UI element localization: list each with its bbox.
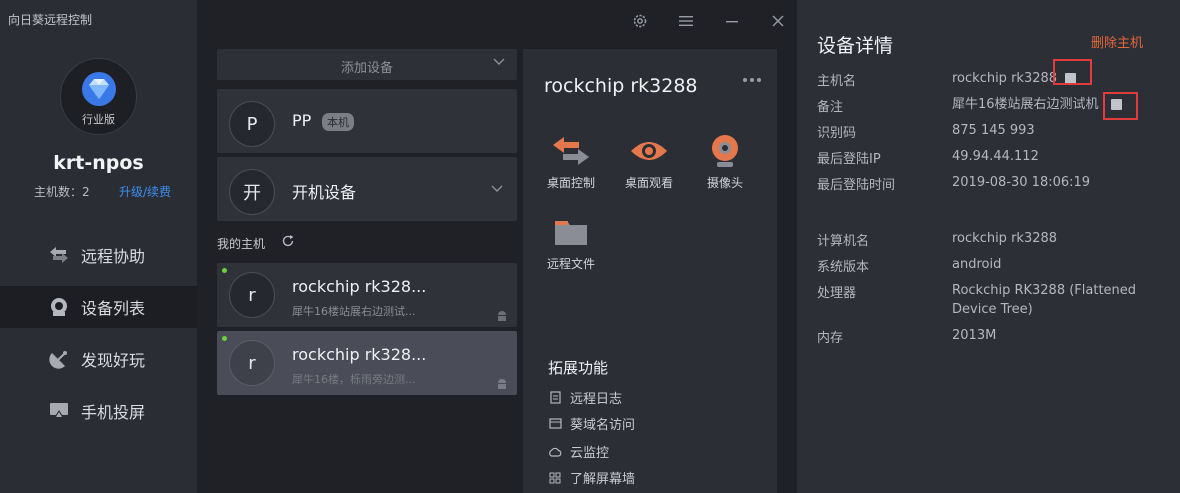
avatar[interactable]: 行业版 <box>60 58 137 135</box>
group-powered-on[interactable]: 开 开机设备 <box>217 157 517 221</box>
host-card[interactable]: r rockchip rk328... 犀牛16楼站展右边测试... <box>217 263 517 327</box>
highlight-box <box>1053 59 1092 85</box>
chevron-down-icon <box>491 185 503 192</box>
sidebar: 向日葵远程控制 行业版 krt-npos 主机数：2 升级/续费 远程协助 设备… <box>0 0 197 493</box>
desktop-view-button[interactable]: 桌面观看 <box>617 131 681 191</box>
cast-screen-icon <box>48 400 70 422</box>
nav-label: 远程协助 <box>81 247 146 266</box>
computer-name-label: 计算机名 <box>817 234 870 249</box>
online-status-dot <box>222 336 227 341</box>
group-avatar: P <box>229 101 275 147</box>
group-name: 开机设备 <box>292 183 357 202</box>
remote-log-link[interactable]: 远程日志 <box>548 388 622 407</box>
device-list-icon <box>48 296 70 318</box>
host-count: 主机数：2 <box>34 185 90 199</box>
last-login-value: 2019-08-30 18:06:19 <box>952 175 1091 190</box>
nav-label: 发现好玩 <box>81 351 146 370</box>
extensions-title: 拓展功能 <box>548 359 609 377</box>
folder-icon <box>549 212 593 252</box>
last-login-label: 最后登陆时间 <box>817 178 896 193</box>
more-icon[interactable] <box>742 77 762 83</box>
upgrade-link[interactable]: 升级/续费 <box>119 183 171 200</box>
host-avatar: r <box>229 340 275 386</box>
refresh-icon[interactable] <box>281 234 295 248</box>
highlight-box <box>1103 92 1138 120</box>
eye-icon <box>627 131 671 171</box>
ext-label: 葵域名访问 <box>570 418 636 433</box>
last-ip-value: 49.94.44.112 <box>952 149 1039 164</box>
camera-button[interactable]: 摄像头 <box>693 131 757 191</box>
device-title: rockchip rk3288 <box>544 75 698 97</box>
menu-icon[interactable] <box>676 11 696 31</box>
device-details-panel: 设备详情 删除主机 主机名 rockchip rk3288 备注 犀牛16楼站展… <box>797 0 1180 493</box>
ext-label: 云监控 <box>570 446 610 461</box>
my-hosts-label: 我的主机 <box>217 237 266 251</box>
group-local[interactable]: P PP 本机 <box>217 89 517 153</box>
grid-icon <box>548 471 562 485</box>
action-label: 桌面控制 <box>546 176 595 190</box>
nav-label: 设备列表 <box>81 299 146 318</box>
host-name: rockchip rk328... <box>292 277 427 296</box>
webcam-icon <box>703 131 747 171</box>
processor-label: 处理器 <box>817 286 857 301</box>
details-title: 设备详情 <box>817 35 894 57</box>
domain-access-link[interactable]: 葵域名访问 <box>548 414 635 433</box>
ext-label: 远程日志 <box>570 392 623 407</box>
action-label: 桌面观看 <box>624 176 673 190</box>
nav-cast-screen[interactable]: 手机投屏 <box>0 390 197 432</box>
host-card[interactable]: r rockchip rk328... 犀牛16楼，栎雨旁边测... <box>217 331 517 395</box>
edition-label: 行业版 <box>82 113 115 126</box>
settings-icon[interactable] <box>630 11 650 31</box>
action-label: 远程文件 <box>546 257 595 271</box>
computer-name-value: rockchip rk3288 <box>952 231 1058 246</box>
nav-device-list[interactable]: 设备列表 <box>0 286 197 328</box>
online-status-dot <box>222 268 227 273</box>
diamond-logo-icon <box>82 72 116 106</box>
device-card: rockchip rk3288 桌面控制 桌面观看 摄像头 远程文件 拓展功能 … <box>523 49 777 493</box>
os-version-value: android <box>952 257 1002 272</box>
app-title: 向日葵远程控制 <box>8 13 93 27</box>
memory-value: 2013M <box>952 328 997 343</box>
desktop-control-icon <box>549 131 593 171</box>
minimize-icon[interactable] <box>722 11 742 31</box>
browser-icon <box>548 417 562 431</box>
chevron-down-icon <box>493 58 505 65</box>
remote-assist-icon <box>48 244 70 266</box>
log-icon <box>548 391 562 405</box>
add-device-label: 添加设备 <box>340 61 393 76</box>
cloud-icon <box>548 445 562 459</box>
host-note: 犀牛16楼站展右边测试... <box>292 305 416 318</box>
cloud-monitor-link[interactable]: 云监控 <box>548 442 609 461</box>
delete-host-button[interactable]: 删除主机 <box>1091 32 1143 51</box>
username: krt-npos <box>53 152 144 174</box>
group-name: PP <box>292 111 312 130</box>
last-ip-label: 最后登陆IP <box>817 152 881 167</box>
group-avatar: 开 <box>229 169 275 215</box>
nav-remote-assist[interactable]: 远程协助 <box>0 234 197 276</box>
nav-label: 手机投屏 <box>81 403 146 422</box>
android-icon <box>498 311 506 321</box>
os-version-label: 系统版本 <box>817 260 870 275</box>
nav-discover[interactable]: 发现好玩 <box>0 338 197 380</box>
add-device-dropdown[interactable]: 添加设备 <box>217 49 517 80</box>
host-avatar: r <box>229 272 275 318</box>
host-name: rockchip rk328... <box>292 345 427 364</box>
local-badge: 本机 <box>322 113 354 131</box>
desktop-control-button[interactable]: 桌面控制 <box>539 131 603 191</box>
action-label: 摄像头 <box>706 176 743 190</box>
processor-value: Rockchip RK3288 (Flattened Device Tree) <box>952 283 1137 317</box>
id-code-label: 识别码 <box>817 126 857 141</box>
id-code-value: 875 145 993 <box>952 123 1035 138</box>
close-icon[interactable] <box>768 11 788 31</box>
screen-wall-link[interactable]: 了解屏幕墙 <box>548 468 635 487</box>
host-note: 犀牛16楼，栎雨旁边测... <box>292 373 416 386</box>
remark-label: 备注 <box>817 100 844 115</box>
discover-icon <box>48 348 70 370</box>
hostname-label: 主机名 <box>817 74 857 89</box>
ext-label: 了解屏幕墙 <box>570 472 636 487</box>
memory-label: 内存 <box>817 331 844 346</box>
device-panel: 添加设备 P PP 本机 开 开机设备 我的主机 r rockchip rk32… <box>197 0 797 493</box>
remote-files-button[interactable]: 远程文件 <box>539 212 603 272</box>
android-icon <box>498 379 506 389</box>
